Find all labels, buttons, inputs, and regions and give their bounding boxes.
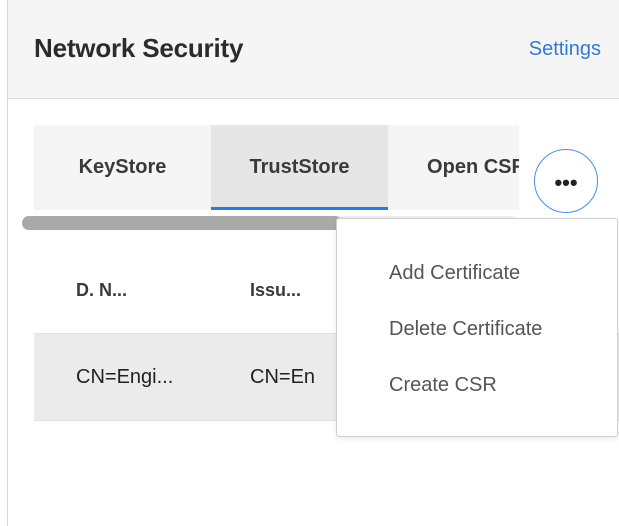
cell-dn: CN=Engi... [76, 366, 174, 388]
more-options-button[interactable]: ••• [534, 149, 598, 213]
column-header-dn[interactable]: D. N... [76, 248, 127, 333]
page-title: Network Security [34, 33, 244, 63]
header-bar: Network Security Settings [8, 0, 619, 99]
tab-truststore[interactable]: TrustStore [211, 125, 388, 210]
more-horizontal-icon: ••• [554, 170, 578, 195]
more-options-menu: Add Certificate Delete Certificate Creat… [336, 218, 618, 437]
settings-link[interactable]: Settings [529, 38, 601, 61]
tab-open-csr[interactable]: Open CSR [388, 125, 519, 210]
menu-item-create-csr[interactable]: Create CSR [389, 374, 497, 397]
menu-item-delete-certificate[interactable]: Delete Certificate [389, 318, 542, 341]
tab-keystore[interactable]: KeyStore [34, 125, 211, 210]
tab-scrollbar-thumb[interactable] [22, 216, 342, 230]
tab-strip: KeyStore TrustStore Open CSR [34, 125, 519, 210]
cell-issuer: CN=En [250, 366, 316, 388]
menu-item-add-certificate[interactable]: Add Certificate [389, 262, 520, 285]
tab-bar: KeyStore TrustStore Open CSR [34, 125, 519, 210]
column-header-issuer[interactable]: Issu... [250, 248, 301, 333]
